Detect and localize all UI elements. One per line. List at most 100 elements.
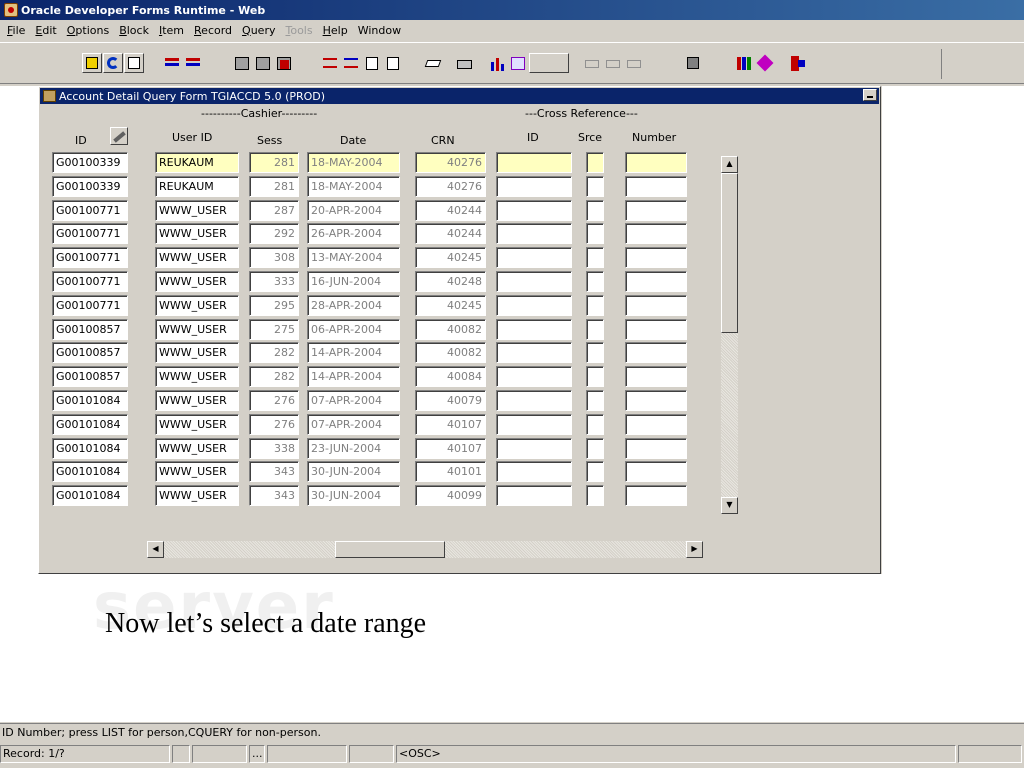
cell-xref-id[interactable]	[496, 247, 572, 269]
books-button[interactable]	[734, 53, 754, 73]
cell-date[interactable]: 20-APR-2004	[307, 199, 400, 221]
menu-item[interactable]: Item	[154, 24, 189, 37]
enter-query-button[interactable]	[162, 53, 182, 73]
cell-sess[interactable]: 276	[249, 413, 299, 435]
cell-id[interactable]: G00100771	[52, 199, 128, 221]
cell-srce[interactable]	[586, 390, 604, 411]
cell-id[interactable]: G00100771	[52, 247, 128, 269]
cell-xref-id[interactable]	[496, 294, 572, 316]
vertical-scrollbar[interactable]: ▲ ▼	[721, 156, 738, 514]
cell-number[interactable]	[625, 199, 687, 221]
cell-number[interactable]	[625, 318, 687, 340]
cell-xref-id[interactable]	[496, 175, 572, 197]
cell-date[interactable]: 30-JUN-2004	[307, 485, 400, 507]
exit-form-button[interactable]	[787, 53, 807, 73]
cell-crn[interactable]: 40244	[415, 223, 486, 245]
clear-block-button[interactable]	[362, 53, 382, 73]
cell-number[interactable]	[625, 390, 687, 411]
cell-date[interactable]: 26-APR-2004	[307, 223, 400, 245]
menu-record[interactable]: Record	[189, 24, 237, 37]
cell-crn[interactable]: 40084	[415, 366, 486, 388]
cell-crn[interactable]: 40107	[415, 437, 486, 459]
cell-date[interactable]: 06-APR-2004	[307, 318, 400, 340]
cell-user[interactable]: WWW_USER	[155, 366, 239, 388]
cell-sess[interactable]: 333	[249, 271, 299, 292]
cell-srce[interactable]	[586, 223, 604, 245]
cell-date[interactable]: 14-APR-2004	[307, 366, 400, 388]
cell-crn[interactable]: 40245	[415, 294, 486, 316]
print-button[interactable]	[454, 53, 474, 73]
delete-record-button[interactable]	[274, 53, 294, 73]
cell-srce[interactable]	[586, 318, 604, 340]
cell-sess[interactable]: 281	[249, 175, 299, 197]
cell-id[interactable]: G00100339	[52, 152, 128, 173]
cell-crn[interactable]: 40276	[415, 152, 486, 173]
cell-xref-id[interactable]	[496, 390, 572, 411]
cell-number[interactable]	[625, 152, 687, 173]
cell-number[interactable]	[625, 366, 687, 388]
nav-tree-button[interactable]	[603, 53, 623, 73]
cancel-query-button[interactable]	[183, 53, 203, 73]
cell-xref-id[interactable]	[496, 461, 572, 483]
menu-query[interactable]: Query	[237, 24, 280, 37]
cell-srce[interactable]	[586, 247, 604, 269]
cell-id[interactable]: G00101084	[52, 437, 128, 459]
cell-srce[interactable]	[586, 437, 604, 459]
vertical-scroll-thumb[interactable]	[721, 173, 738, 333]
cell-crn[interactable]: 40244	[415, 199, 486, 221]
cell-number[interactable]	[625, 461, 687, 483]
cell-id[interactable]: G00100771	[52, 294, 128, 316]
cell-crn[interactable]: 40082	[415, 342, 486, 364]
cell-date[interactable]: 28-APR-2004	[307, 294, 400, 316]
horizontal-scrollbar[interactable]: ◀ ▶	[147, 541, 703, 558]
cell-id[interactable]: G00100857	[52, 366, 128, 388]
menu-help[interactable]: Help	[318, 24, 353, 37]
previous-block-button[interactable]	[320, 53, 340, 73]
cell-sess[interactable]: 295	[249, 294, 299, 316]
cell-id[interactable]: G00101084	[52, 413, 128, 435]
cell-sess[interactable]: 276	[249, 390, 299, 411]
cell-user[interactable]: WWW_USER	[155, 437, 239, 459]
cell-user[interactable]: WWW_USER	[155, 294, 239, 316]
edit-button[interactable]	[423, 53, 443, 73]
cell-xref-id[interactable]	[496, 152, 572, 173]
cell-xref-id[interactable]	[496, 342, 572, 364]
cell-sess[interactable]: 281	[249, 152, 299, 173]
cell-srce[interactable]	[586, 342, 604, 364]
save-button[interactable]	[82, 53, 102, 73]
cell-user[interactable]: WWW_USER	[155, 485, 239, 507]
cell-sess[interactable]: 308	[249, 247, 299, 269]
cell-number[interactable]	[625, 437, 687, 459]
cell-sess[interactable]: 343	[249, 461, 299, 483]
cell-xref-id[interactable]	[496, 485, 572, 507]
cell-date[interactable]: 14-APR-2004	[307, 342, 400, 364]
cell-number[interactable]	[625, 413, 687, 435]
minimize-button[interactable]	[863, 89, 877, 101]
menu-edit[interactable]: Edit	[30, 24, 61, 37]
cell-id[interactable]: G00100771	[52, 271, 128, 292]
cell-xref-id[interactable]	[496, 366, 572, 388]
list-values-button[interactable]	[383, 53, 403, 73]
cell-srce[interactable]	[586, 271, 604, 292]
search-flashlight-button[interactable]	[110, 127, 128, 145]
cell-sess[interactable]: 343	[249, 485, 299, 507]
cell-user[interactable]: REUKAUM	[155, 152, 239, 173]
cell-id[interactable]: G00100857	[52, 318, 128, 340]
cell-user[interactable]: WWW_USER	[155, 223, 239, 245]
cell-xref-id[interactable]	[496, 223, 572, 245]
cell-number[interactable]	[625, 247, 687, 269]
cell-srce[interactable]	[586, 366, 604, 388]
cell-sess[interactable]: 282	[249, 366, 299, 388]
rollback-button[interactable]	[103, 53, 123, 73]
scroll-right-button[interactable]: ▶	[686, 541, 703, 558]
cell-srce[interactable]	[586, 152, 604, 173]
cell-srce[interactable]	[586, 485, 604, 507]
cell-number[interactable]	[625, 485, 687, 507]
cell-date[interactable]: 23-JUN-2004	[307, 437, 400, 459]
window-button[interactable]	[683, 53, 703, 73]
cell-id[interactable]: G00101084	[52, 485, 128, 507]
blank-toolbar-button[interactable]	[529, 53, 569, 73]
cell-xref-id[interactable]	[496, 199, 572, 221]
print-records-button[interactable]	[232, 53, 252, 73]
cell-crn[interactable]: 40082	[415, 318, 486, 340]
